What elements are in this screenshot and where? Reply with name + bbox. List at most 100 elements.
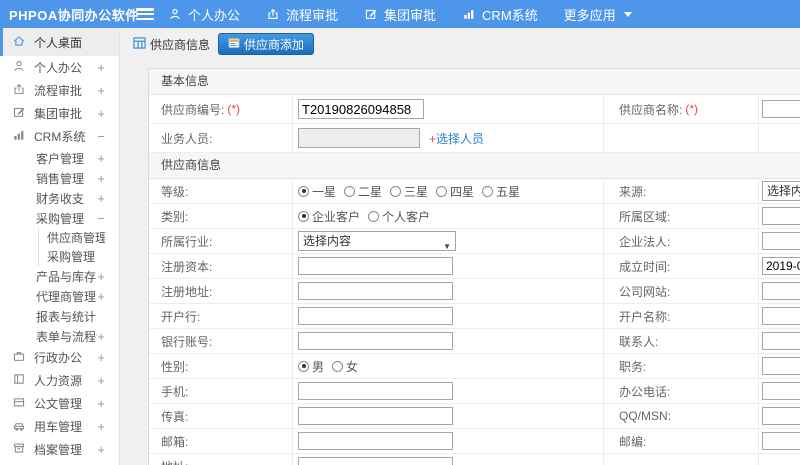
sidebar-item-sales-mgmt[interactable]: 销售管理 + (0, 168, 119, 188)
tab-supplier-add[interactable]: 供应商添加 (218, 33, 315, 55)
radio-option[interactable]: 女 (332, 358, 358, 375)
expand-toggle[interactable]: + (97, 419, 105, 434)
sidebar-item-product-inventory[interactable]: 产品与库存 + (0, 266, 119, 286)
sidebar-item-purchasing[interactable]: 采购管理 (39, 247, 119, 266)
purchase-submenu: 供应商管理 采购管理 (38, 228, 119, 266)
menu-toggle-icon[interactable] (136, 8, 154, 20)
sidebar-item-personal-office[interactable]: 个人办公 + (0, 56, 119, 79)
topbar: PHPOA协同办公软件 个人办公 流程审批 集团审批 CRM系统 更多应用 (0, 0, 800, 28)
account-name-input[interactable] (762, 307, 800, 325)
expand-toggle[interactable]: + (97, 171, 105, 186)
founded-date-input[interactable] (762, 257, 800, 275)
address-input[interactable] (298, 457, 453, 465)
collapse-toggle[interactable]: − (97, 129, 105, 144)
sidebar-item-document-mgmt[interactable]: 公文管理 + (0, 392, 119, 415)
expand-toggle[interactable]: + (97, 151, 105, 166)
company-website-input[interactable] (762, 282, 800, 300)
sidebar-item-admin-office[interactable]: 行政办公 + (0, 346, 119, 369)
sidebar-item-vehicle-mgmt[interactable]: 用车管理 + (0, 415, 119, 438)
chevron-down-icon: ▼ (443, 242, 451, 251)
expand-toggle[interactable]: + (97, 289, 105, 304)
nav-workflow-approval[interactable]: 流程审批 (266, 5, 338, 24)
field-label: 银行账号: (161, 334, 213, 349)
radio-option[interactable]: 五星 (482, 183, 520, 200)
app-logo: PHPOA协同办公软件 (9, 7, 139, 23)
field-label: 企业法人: (619, 234, 671, 249)
mobile-input[interactable] (298, 382, 453, 400)
position-input[interactable] (762, 357, 800, 375)
supplier-no-input[interactable] (298, 99, 424, 119)
form-row: 所属行业: 选择内容 ▼ 企业法人: (149, 229, 800, 254)
registered-capital-input[interactable] (298, 257, 453, 275)
zip-code-input[interactable] (762, 432, 800, 450)
expand-toggle[interactable]: + (97, 269, 105, 284)
radio-icon (298, 360, 309, 372)
radio-option[interactable]: 四星 (436, 183, 474, 200)
legal-person-input[interactable] (762, 232, 800, 250)
fax-input[interactable] (298, 407, 453, 425)
field-label: 公司网站: (619, 284, 671, 299)
radio-icon (344, 185, 356, 197)
supplier-name-input[interactable] (762, 100, 800, 118)
sidebar-item-crm-system[interactable]: CRM系统 − (0, 125, 119, 148)
nav-more-apps[interactable]: 更多应用 (564, 5, 632, 24)
section-header-basic-info: 基本信息 (149, 69, 800, 95)
radio-option[interactable]: 一星 (298, 183, 336, 200)
tab-supplier-info[interactable]: 供应商信息 (133, 36, 210, 53)
qq-msn-input[interactable] (762, 407, 800, 425)
expand-toggle[interactable]: + (97, 191, 105, 206)
sidebar-item-supplier-mgmt[interactable]: 供应商管理 (39, 228, 119, 247)
radio-option[interactable]: 三星 (390, 183, 428, 200)
tab-bar: 供应商信息 供应商添加 (120, 28, 800, 60)
industry-select[interactable]: 选择内容 ▼ (298, 231, 456, 251)
radio-icon (298, 185, 309, 197)
sidebar-item-customer-mgmt[interactable]: 客户管理 + (0, 148, 119, 168)
required-marker: (*) (227, 102, 241, 116)
sidebar-item-form-flow-settings[interactable]: 表单与流程设置 + (0, 326, 119, 346)
sidebar-item-personal-desktop[interactable]: 个人桌面 (0, 28, 119, 56)
bank-account-input[interactable] (298, 332, 453, 350)
contact-person-input[interactable] (762, 332, 800, 350)
expand-toggle[interactable]: + (97, 396, 105, 411)
archive-icon (12, 441, 26, 458)
sidebar-item-archive-mgmt[interactable]: 档案管理 + (0, 438, 119, 461)
expand-toggle[interactable]: + (97, 329, 105, 344)
office-phone-input[interactable] (762, 382, 800, 400)
edit-icon (364, 7, 378, 21)
region-input[interactable] (762, 207, 800, 225)
expand-toggle[interactable]: + (97, 83, 105, 98)
sidebar-item-reports[interactable]: 报表与统计 (0, 306, 119, 326)
email-input[interactable] (298, 432, 453, 450)
expand-toggle[interactable]: + (97, 60, 105, 75)
source-select[interactable]: 选择内容▼ (762, 181, 800, 201)
expand-toggle[interactable]: + (97, 106, 105, 121)
table-icon (133, 36, 146, 52)
collapse-toggle[interactable]: − (97, 211, 105, 226)
expand-toggle[interactable]: + (97, 442, 105, 457)
sidebar-item-hr[interactable]: 人力资源 + (0, 369, 119, 392)
sidebar-item-finance[interactable]: 财务收支 + (0, 188, 119, 208)
bar-chart-icon (462, 7, 476, 21)
sidebar-item-agent-mgmt[interactable]: 代理商管理 + (0, 286, 119, 306)
bank-branch-input[interactable] (298, 307, 453, 325)
business-person-input[interactable] (298, 128, 420, 148)
add-form-icon (228, 37, 240, 52)
select-person-link[interactable]: +选择人员 (429, 130, 484, 147)
section-header-supplier-info: 供应商信息 (149, 153, 800, 179)
nav-crm-system[interactable]: CRM系统 (462, 5, 538, 24)
radio-option[interactable]: 个人客户 (368, 208, 430, 225)
field-label: 开户名称: (619, 309, 671, 324)
sidebar-item-group-approval[interactable]: 集团审批 + (0, 102, 119, 125)
form-row: 类别: 企业客户 个人客户 所属区域: (149, 204, 800, 229)
expand-toggle[interactable]: + (97, 350, 105, 365)
nav-group-approval[interactable]: 集团审批 (364, 5, 436, 24)
nav-personal-office[interactable]: 个人办公 (168, 5, 240, 24)
radio-option[interactable]: 企业客户 (298, 208, 360, 225)
sidebar-item-workflow-approval[interactable]: 流程审批 + (0, 79, 119, 102)
registered-address-input[interactable] (298, 282, 453, 300)
sidebar-item-purchase-mgmt[interactable]: 采购管理 − (0, 208, 119, 228)
radio-option[interactable]: 二星 (344, 183, 382, 200)
radio-option[interactable]: 男 (298, 358, 324, 375)
expand-toggle[interactable]: + (97, 373, 105, 388)
workflow-icon (266, 7, 280, 21)
